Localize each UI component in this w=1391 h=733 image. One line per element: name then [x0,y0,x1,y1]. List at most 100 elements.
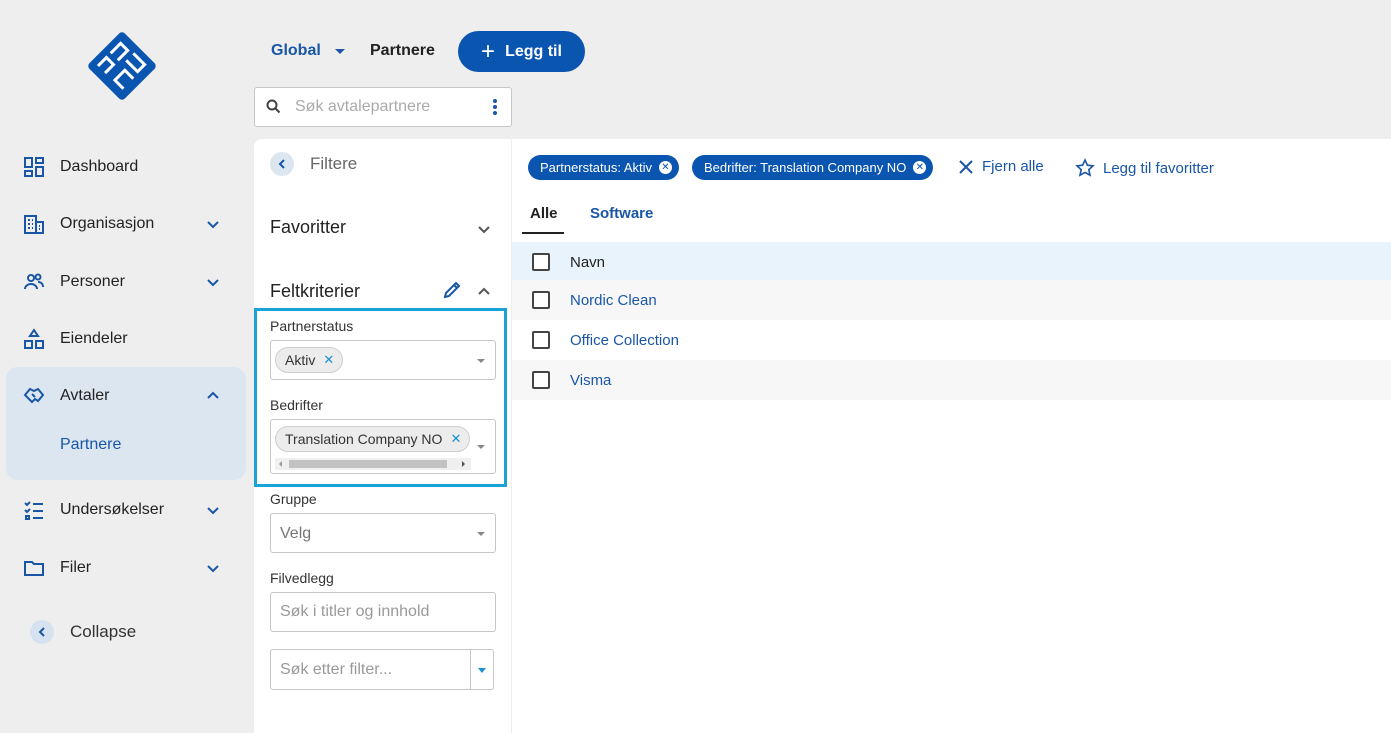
favorites-section-title[interactable]: Favoritter [270,217,346,238]
partner-link[interactable]: Office Collection [570,332,679,349]
filter-search-placeholder: Søk etter filter... [280,661,393,678]
filter-panel: Filtere Favoritter Feltkriterier Partner… [254,139,511,733]
tab-alle[interactable]: Alle [530,205,558,222]
table-row: Visma [512,360,1391,400]
column-header-navn[interactable]: Navn [570,254,605,271]
add-favorite-button[interactable]: Legg til favoritter [1075,158,1214,178]
filvedlegg-label: Filvedlegg [270,570,334,586]
sidebar-subitem-partnere[interactable]: Partnere [60,436,121,454]
handshake-icon [22,384,46,408]
main-content: Partnerstatus: Aktiv ✕ Bedrifter: Transl… [512,139,1391,733]
criteria-section-title[interactable]: Feltkriterier [270,281,360,302]
chevron-down-icon[interactable] [204,273,222,291]
clear-all-button[interactable]: Fjern alle [958,158,1044,175]
sidebar-item-label: Undersøkelser [60,501,165,518]
checklist-icon [22,498,46,522]
sidebar-item-personer[interactable]: Personer [6,259,246,305]
sidebar-item-label: Eiendeler [60,330,128,347]
clear-all-label: Fjern alle [982,158,1044,175]
horizontal-scrollbar[interactable] [275,458,471,470]
row-checkbox[interactable] [532,371,550,389]
caret-down-icon[interactable] [478,668,486,673]
dashboard-icon [22,155,46,179]
bedrifter-select[interactable]: Translation Company NO ✕ [270,419,496,474]
bedrifter-label: Bedrifter [270,397,323,413]
chevron-down-icon[interactable] [204,215,222,233]
sidebar-item-label: Filer [60,559,92,576]
assets-icon [22,327,46,351]
tab-software[interactable]: Software [590,205,653,222]
edit-icon[interactable] [441,279,463,301]
sidebar-item-filer[interactable]: Filer [6,545,246,591]
page-title: Partnere [370,42,435,59]
add-button-label: Legg til [505,42,562,60]
chevron-up-icon[interactable] [204,387,222,405]
partnerstatus-select[interactable]: Aktiv ✕ [270,340,496,380]
people-icon [22,270,46,294]
add-button[interactable]: + Legg til [458,31,585,72]
tag-label: Aktiv [285,352,316,368]
partnerstatus-tag: Aktiv ✕ [275,347,344,373]
active-tab-indicator [522,232,564,234]
sidebar-item-label: Avtaler [60,387,110,404]
sidebar-item-label: Dashboard [60,158,139,175]
caret-down-icon [477,445,485,449]
partner-link[interactable]: Visma [570,372,611,389]
filvedlegg-placeholder: Søk i titler og innhold [280,603,430,620]
caret-down-icon [477,359,485,363]
tag-label: Translation Company NO [285,431,443,447]
table-row: Office Collection [512,320,1391,360]
gruppe-placeholder: Velg [280,525,312,542]
chevron-left-icon [278,159,285,169]
sidebar-item-label: Organisasjon [60,215,155,232]
chevron-down-icon[interactable] [204,501,222,519]
chevron-up-icon[interactable] [475,283,493,301]
partner-search [254,87,512,127]
filter-chip[interactable]: Partnerstatus: Aktiv ✕ [528,155,679,180]
row-checkbox[interactable] [532,331,550,349]
remove-tag-icon[interactable]: ✕ [323,352,334,368]
filter-collapse-button[interactable] [270,152,294,176]
bedrifter-tag: Translation Company NO ✕ [275,426,471,452]
gruppe-select[interactable]: Velg [270,513,496,553]
collapse-label: Collapse [70,622,137,641]
close-icon [959,159,973,174]
chevron-down-icon[interactable] [475,220,493,238]
more-options-icon[interactable] [493,99,497,117]
chevron-down-icon[interactable] [204,559,222,577]
scope-dropdown[interactable]: Global [271,42,345,60]
partnerstatus-label: Partnerstatus [270,318,354,334]
select-all-checkbox[interactable] [532,253,550,271]
sidebar-item-undersokelser[interactable]: Undersøkelser [6,487,246,533]
sidebar-item-organisasjon[interactable]: Organisasjon [6,201,246,247]
table-row: Nordic Clean [512,280,1391,320]
caret-down-icon [334,48,345,54]
sidebar-item-eiendeler[interactable]: Eiendeler [6,316,246,362]
partner-link[interactable]: Nordic Clean [570,292,657,309]
filter-search-combo[interactable]: Søk etter filter... [270,649,494,690]
search-icon [266,99,281,114]
filvedlegg-input[interactable]: Søk i titler og innhold [270,592,496,632]
chevron-left-icon [30,620,54,644]
building-icon [22,212,46,236]
add-favorite-label: Legg til favoritter [1103,159,1214,177]
folder-icon [22,556,46,580]
filter-chip[interactable]: Bedrifter: Translation Company NO ✕ [692,155,934,180]
app-logo[interactable] [84,28,160,104]
plus-icon: + [481,37,496,65]
row-checkbox[interactable] [532,291,550,309]
sidebar-item-label: Personer [60,273,125,290]
search-input[interactable] [295,98,475,116]
collapse-button[interactable]: Collapse [30,620,136,644]
sidebar-item-avtaler[interactable]: Avtaler [6,373,246,419]
remove-chip-icon[interactable]: ✕ [659,161,672,174]
scope-label: Global [271,42,321,59]
filter-title: Filtere [310,154,358,173]
star-icon [1075,158,1095,177]
gruppe-label: Gruppe [270,491,317,507]
table-header-row: Navn [512,242,1391,282]
chip-label: Partnerstatus: Aktiv [540,160,652,175]
sidebar-item-dashboard[interactable]: Dashboard [6,144,246,190]
remove-tag-icon[interactable]: ✕ [450,431,461,447]
remove-chip-icon[interactable]: ✕ [913,161,927,174]
